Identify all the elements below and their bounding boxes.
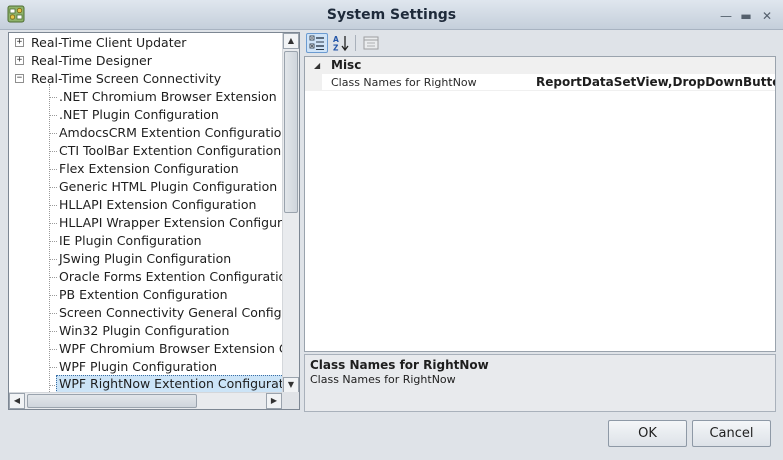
tree-connector-line	[49, 133, 57, 134]
tree-child-item[interactable]: JSwing Plugin Configuration	[9, 250, 282, 268]
tree-connector-line	[49, 313, 57, 314]
tree-vertical-scrollbar[interactable]: ▲ ▼	[282, 33, 299, 393]
tree-group-item[interactable]: + Real-Time Client Updater	[9, 34, 282, 52]
tree-connector-line	[49, 259, 57, 260]
tree-connector-line	[49, 169, 57, 170]
tree-child-item[interactable]: Flex Extension Configuration	[9, 160, 282, 178]
property-description-panel: Class Names for RightNow Class Names for…	[304, 354, 776, 412]
tree-horizontal-scrollbar[interactable]: ◀ ▶	[9, 392, 282, 409]
tree-connector-line	[49, 241, 57, 242]
cancel-button[interactable]: Cancel	[692, 420, 771, 447]
property-pages-icon	[363, 36, 379, 50]
tree-child-item[interactable]: Oracle Forms Extention Configuratio	[9, 268, 282, 286]
window-title: System Settings	[326, 7, 457, 23]
tree-connector-line	[49, 223, 57, 224]
scroll-down-arrow-icon[interactable]: ▼	[283, 377, 299, 393]
scrollbar-corner	[282, 392, 299, 409]
property-row[interactable]: Class Names for RightNow ReportDataSetVi…	[305, 74, 775, 91]
property-row-gutter	[305, 74, 322, 91]
property-value-field[interactable]: ReportDataSetView,DropDownButton,TabCont…	[536, 75, 775, 89]
tree-item-label: Generic HTML Plugin Configuration	[59, 179, 278, 194]
tree-item-label: CTI ToolBar Extention Configuration	[59, 143, 282, 158]
tree-connector-line	[49, 331, 57, 332]
horizontal-scroll-thumb[interactable]	[27, 394, 197, 408]
tree-item-label: WPF Plugin Configuration	[59, 359, 218, 374]
tree-child-item[interactable]: AmdocsCRM Extention Configuration	[9, 124, 282, 142]
tree-item-label: HLLAPI Wrapper Extension Configur	[59, 215, 282, 230]
tree-connector-line	[49, 367, 57, 368]
tree-child-item[interactable]: .NET Plugin Configuration	[9, 106, 282, 124]
tree-group-item[interactable]: − Real-Time Screen Connectivity	[9, 70, 282, 88]
scroll-left-arrow-icon[interactable]: ◀	[9, 393, 25, 409]
tree-item-label: .NET Chromium Browser Extension	[59, 89, 277, 104]
property-name[interactable]: Class Names for RightNow	[331, 76, 477, 89]
tree-child-item[interactable]: WPF Plugin Configuration	[9, 358, 282, 376]
categorized-icon	[309, 35, 324, 50]
maximize-button[interactable]: ▬	[739, 9, 753, 23]
tree-item-label: JSwing Plugin Configuration	[59, 251, 232, 266]
collapse-triangle-icon[interactable]: ◢	[314, 61, 320, 70]
tree-item-label: Real-Time Client Updater	[31, 35, 187, 50]
tree-connector-line	[49, 97, 57, 98]
tree-child-item[interactable]: CTI ToolBar Extention Configuration	[9, 142, 282, 160]
tree-child-item[interactable]: Generic HTML Plugin Configuration	[9, 178, 282, 196]
expand-plus-icon[interactable]: +	[15, 56, 24, 65]
tree-connector-line	[49, 349, 57, 350]
tree-child-item[interactable]: Win32 Plugin Configuration	[9, 322, 282, 340]
category-row-misc[interactable]: ◢ Misc	[305, 57, 775, 74]
tree-item-label: Win32 Plugin Configuration	[59, 323, 230, 338]
tree-connector-line	[49, 115, 57, 116]
tree-item-label: AmdocsCRM Extention Configuration	[59, 125, 282, 140]
sort-az-icon: A Z	[333, 35, 349, 53]
description-text: Class Names for RightNow	[310, 373, 456, 386]
tree-child-item[interactable]: WPF Chromium Browser Extension C	[9, 340, 282, 358]
tree-child-item[interactable]: .NET Chromium Browser Extension	[9, 88, 282, 106]
tree-child-item[interactable]: PB Extention Configuration	[9, 286, 282, 304]
categorized-view-button[interactable]	[306, 33, 328, 53]
title-bar: System Settings — ▬ ✕	[0, 0, 783, 30]
tree-item-label: PB Extention Configuration	[59, 287, 228, 302]
property-pages-button[interactable]	[360, 33, 382, 53]
tree-item-label: Flex Extension Configuration	[59, 161, 239, 176]
tree-connector-line	[49, 277, 57, 278]
ok-button[interactable]: OK	[608, 420, 687, 447]
tree-item-label: WPF Chromium Browser Extension C	[59, 341, 282, 356]
tree-item-label: .NET Plugin Configuration	[59, 107, 219, 122]
tree-connector-line	[49, 187, 57, 188]
vertical-scroll-thumb[interactable]	[284, 51, 298, 213]
scroll-up-arrow-icon[interactable]: ▲	[283, 33, 299, 49]
tree-connector-line	[49, 205, 57, 206]
settings-tree[interactable]: + Real-Time Client Updater + Real-Time Desi…	[9, 33, 282, 393]
scroll-right-arrow-icon[interactable]: ▶	[266, 393, 282, 409]
tree-item-label: Real-Time Designer	[31, 53, 152, 68]
tree-item-label: WPF RightNow Extention Configurati	[56, 375, 282, 393]
tree-child-item[interactable]: HLLAPI Extension Configuration	[9, 196, 282, 214]
collapse-minus-icon[interactable]: −	[15, 74, 24, 83]
tree-item-label: Real-Time Screen Connectivity	[31, 71, 222, 86]
tree-connector-line	[49, 151, 57, 152]
alphabetical-sort-button[interactable]: A Z	[330, 33, 352, 53]
minimize-button[interactable]: —	[719, 9, 733, 23]
toolbar-separator	[355, 35, 356, 51]
category-name: Misc	[331, 58, 362, 72]
tree-child-item[interactable]: Screen Connectivity General Configu	[9, 304, 282, 322]
tree-item-label: IE Plugin Configuration	[59, 233, 202, 248]
close-button[interactable]: ✕	[760, 9, 774, 23]
tree-child-item[interactable]: IE Plugin Configuration	[9, 232, 282, 250]
tree-item-label: Oracle Forms Extention Configuratio	[59, 269, 282, 284]
tree-child-item[interactable]: HLLAPI Wrapper Extension Configur	[9, 214, 282, 232]
expand-plus-icon[interactable]: +	[15, 38, 24, 47]
tree-connector-line	[49, 295, 57, 296]
tree-item-label: HLLAPI Extension Configuration	[59, 197, 257, 212]
svg-text:Z: Z	[333, 44, 339, 53]
tree-item-label: Screen Connectivity General Configu	[59, 305, 282, 320]
tree-child-item[interactable]: WPF RightNow Extention Configurati	[9, 375, 282, 393]
property-grid: ◢ Misc Class Names for RightNow ReportDa…	[304, 56, 776, 352]
property-grid-toolbar: A Z	[304, 32, 776, 54]
tree-group-item[interactable]: + Real-Time Designer	[9, 52, 282, 70]
settings-tree-panel: + Real-Time Client Updater + Real-Time Desi…	[8, 32, 300, 410]
description-title: Class Names for RightNow	[310, 358, 489, 372]
